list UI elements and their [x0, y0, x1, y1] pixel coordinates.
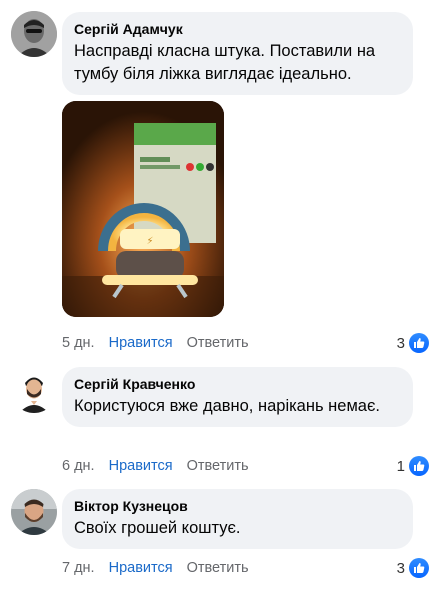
reaction-count: 3: [396, 559, 405, 577]
comment-author[interactable]: Сергій Адамчук: [74, 20, 401, 38]
comment-actions: 6 дн. Нравится Ответить: [62, 456, 249, 476]
reply-link[interactable]: Ответить: [187, 335, 249, 351]
reaction-summary[interactable]: 1: [397, 455, 429, 477]
avatar[interactable]: [11, 367, 57, 413]
like-link[interactable]: Нравится: [109, 560, 173, 576]
comment-text: Користуюся вже давно, нарікань немає.: [74, 397, 380, 415]
reaction-summary[interactable]: 3: [397, 332, 429, 354]
reply-link[interactable]: Ответить: [187, 560, 249, 576]
thumbs-up-icon: [409, 456, 429, 476]
comment-bubble: Віктор Кузнецов Своїх грошей коштує.: [62, 489, 413, 549]
reaction-count: 1: [396, 457, 405, 475]
comment-actions: 5 дн. Нравится Ответить: [62, 333, 249, 353]
thumbs-up-icon: [409, 333, 429, 353]
like-link[interactable]: Нравится: [109, 458, 173, 474]
svg-text:⚡: ⚡: [146, 236, 153, 247]
comment-author[interactable]: Віктор Кузнецов: [74, 497, 401, 515]
avatar[interactable]: [11, 489, 57, 535]
like-link[interactable]: Нравится: [109, 335, 173, 351]
comment-author[interactable]: Сергій Кравченко: [74, 375, 401, 393]
comment-time[interactable]: 7 дн.: [62, 560, 95, 576]
comment-time[interactable]: 6 дн.: [62, 458, 95, 474]
comment-bubble: Сергій Кравченко Користуюся вже давно, н…: [62, 367, 413, 427]
reaction-summary[interactable]: 3: [397, 557, 429, 579]
comment-actions: 7 дн. Нравится Ответить: [62, 558, 249, 578]
avatar[interactable]: [11, 11, 57, 57]
reply-link[interactable]: Ответить: [187, 458, 249, 474]
comment-text: Своїх грошей коштує.: [74, 519, 241, 537]
thumbs-up-icon: [409, 558, 429, 578]
comment-photo[interactable]: ⚡: [62, 101, 224, 317]
comment-bubble: Сергій Адамчук Насправді класна штука. П…: [62, 12, 413, 95]
comment-time[interactable]: 5 дн.: [62, 335, 95, 351]
reaction-count: 3: [396, 334, 405, 352]
comment-text: Насправді класна штука. Поставили на тум…: [74, 42, 376, 83]
